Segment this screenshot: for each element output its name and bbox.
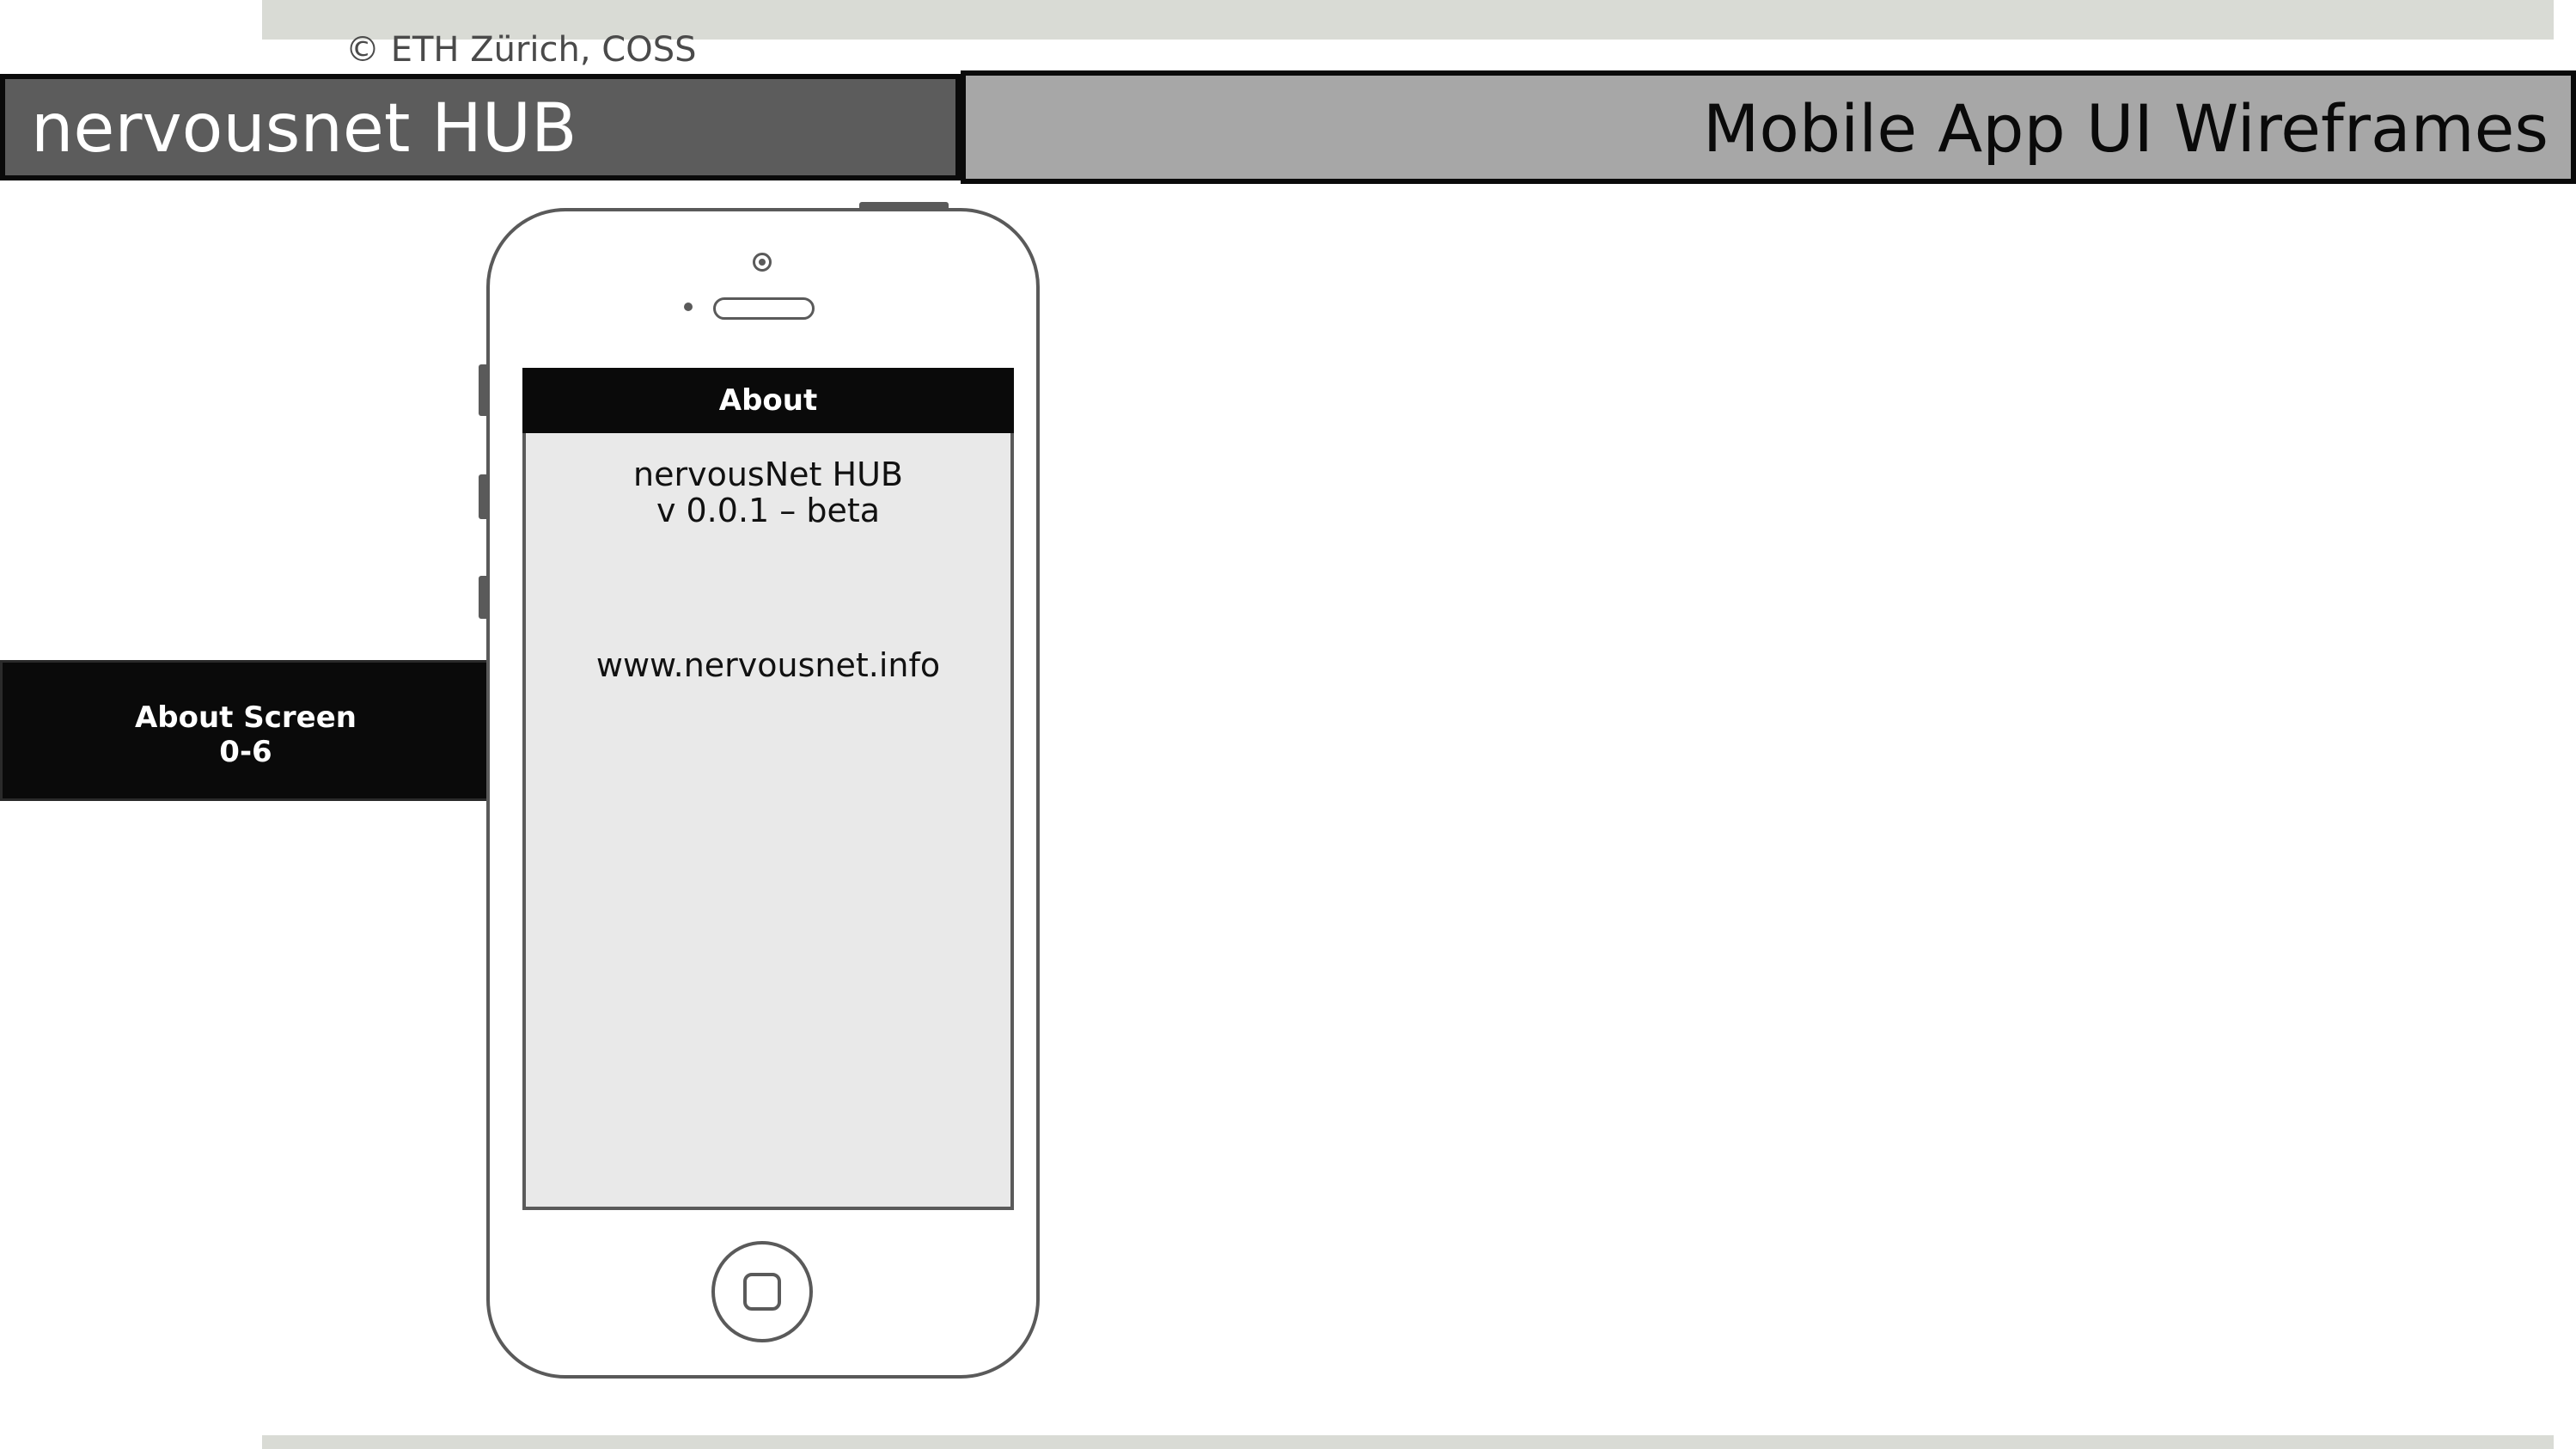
home-button-icon[interactable]: [711, 1241, 813, 1342]
sensor-icon: [684, 303, 693, 311]
screen-label-id: 0-6: [219, 735, 272, 769]
phone-screen: About nervousNet HUB v 0.0.1 – beta www.…: [522, 368, 1014, 1210]
website-link[interactable]: www.nervousnet.info: [526, 646, 1010, 684]
home-button-square: [743, 1273, 781, 1311]
screen-label-name: About Screen: [134, 700, 357, 735]
copyright-text: © ETH Zürich, COSS: [345, 30, 697, 70]
header-right-bar: Mobile App UI Wireframes: [961, 70, 2576, 184]
wireframe-slide: © ETH Zürich, COSS nervousnet HUB Mobile…: [0, 0, 2576, 1449]
app-version-text: v 0.0.1 – beta: [656, 492, 881, 529]
app-name-text: nervousNet HUB: [633, 455, 903, 493]
screen-label-box: About Screen 0-6: [0, 660, 491, 801]
camera-icon: [753, 253, 772, 272]
project-title: nervousnet HUB: [31, 90, 577, 168]
speaker-icon: [713, 297, 815, 320]
header-left-bar: nervousnet HUB: [0, 74, 961, 180]
bottom-band: [262, 1435, 2554, 1449]
about-title-bar: About: [522, 368, 1014, 433]
document-title: Mobile App UI Wireframes: [1702, 90, 2549, 167]
